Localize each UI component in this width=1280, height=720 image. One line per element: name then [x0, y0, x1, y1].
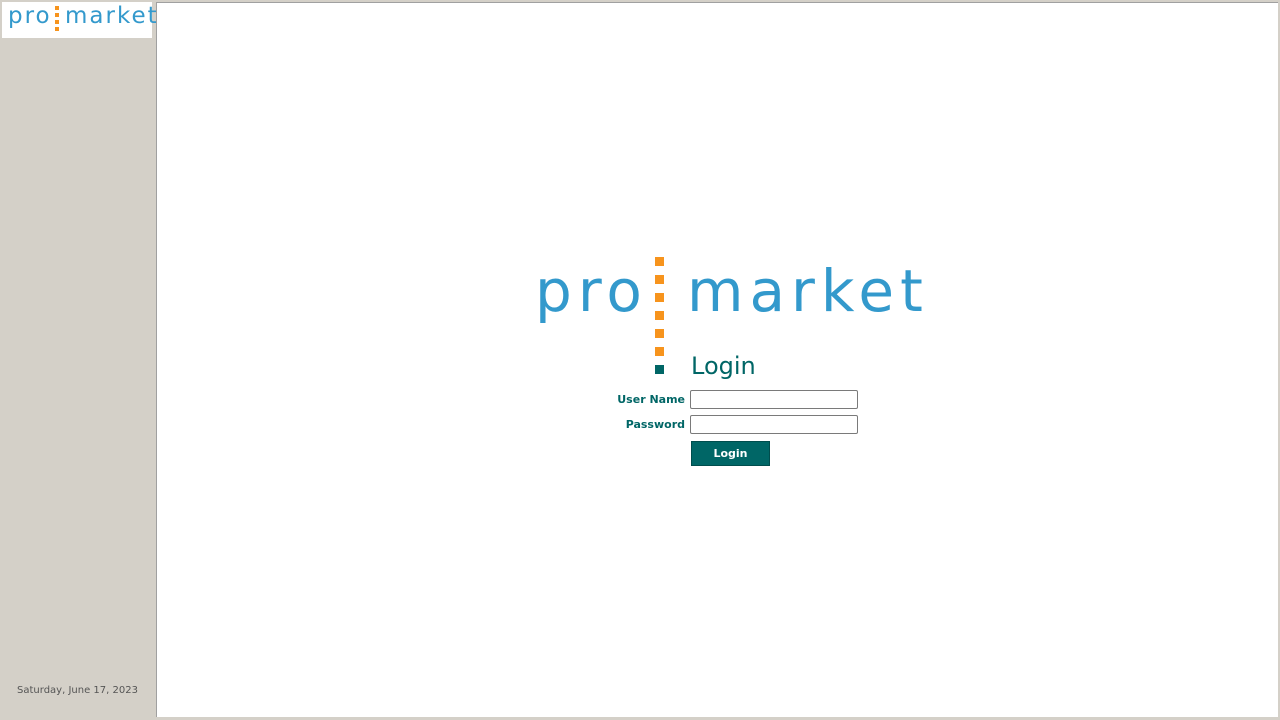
password-input[interactable]: [690, 415, 858, 434]
main-content: pro market Login User Name Password Logi…: [156, 2, 1278, 717]
logo-small-dots-icon: [55, 6, 59, 34]
username-label: User Name: [617, 393, 685, 406]
login-title: Login: [691, 352, 756, 380]
promarket-logo-small: pro market: [2, 2, 157, 38]
logo-small-pro: pro: [8, 3, 52, 29]
sidebar: pro market Saturday, June 17, 2023: [0, 0, 157, 720]
current-date: Saturday, June 17, 2023: [17, 685, 138, 696]
logo-small-market: market: [65, 3, 159, 29]
login-button[interactable]: Login: [691, 441, 770, 466]
logo-large-pro: pro: [535, 257, 648, 325]
password-label: Password: [625, 418, 685, 431]
logo-large-dots-icon: [655, 257, 664, 383]
username-input[interactable]: [690, 390, 858, 409]
logo-large-market: market: [687, 257, 929, 325]
